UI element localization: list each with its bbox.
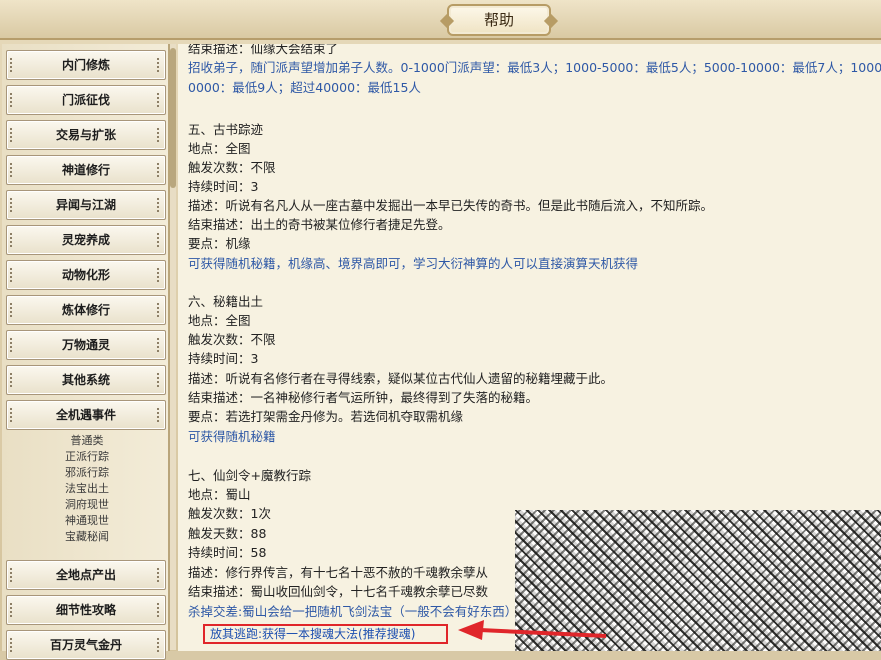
title-bar: 帮助 bbox=[0, 0, 881, 40]
sidebar-item-label: 其他系统 bbox=[61, 373, 110, 387]
content-line: 结束描述：出土的奇书被某位修行者捷足先登。 bbox=[188, 217, 451, 232]
sidebar-item-golden-core[interactable]: 百万灵气金丹 bbox=[6, 630, 166, 660]
grip-icon bbox=[157, 338, 162, 352]
content-line: 描述：听说有名修行者在寻得线索，疑似某位古代仙人遗留的秘籍埋藏于此。 bbox=[188, 371, 614, 386]
sub-item[interactable]: 宝藏秘闻 bbox=[32, 529, 142, 544]
sidebar-item-label: 炼体修行 bbox=[61, 303, 110, 317]
grip-icon bbox=[157, 373, 162, 387]
grip-icon bbox=[157, 198, 162, 212]
sidebar-item-label: 异闻与江湖 bbox=[55, 198, 116, 212]
highlighted-line: 放其逃跑:获得一本搜魂大法(推荐搜魂) bbox=[210, 627, 416, 641]
section-heading: 六、秘籍出土 bbox=[188, 294, 264, 309]
content-line: 地点：全图 bbox=[188, 313, 251, 328]
grip-icon bbox=[10, 163, 15, 177]
sidebar-item-location-output[interactable]: 全地点产出 bbox=[6, 560, 166, 590]
sidebar-item-label: 内门修炼 bbox=[61, 58, 110, 72]
sub-item[interactable]: 法宝出土 bbox=[32, 481, 142, 496]
sidebar-item-trade[interactable]: 交易与扩张 bbox=[6, 120, 166, 150]
sidebar-item-pets[interactable]: 灵宠养成 bbox=[6, 225, 166, 255]
sidebar-item-body-training[interactable]: 炼体修行 bbox=[6, 295, 166, 325]
grip-icon bbox=[157, 58, 162, 72]
grip-icon bbox=[157, 408, 162, 422]
content-line: 结束描述：蜀山收回仙剑令，十七名千魂教余孽已尽数 bbox=[188, 584, 489, 599]
sidebar-item-detail-guide[interactable]: 细节性攻略 bbox=[6, 595, 166, 625]
content-line: 触发次数：不限 bbox=[188, 332, 276, 347]
sub-item[interactable]: 普通类 bbox=[32, 433, 142, 448]
grip-icon bbox=[10, 568, 15, 582]
sidebar-item-spirit-link[interactable]: 万物通灵 bbox=[6, 330, 166, 360]
sub-item[interactable]: 洞府现世 bbox=[32, 497, 142, 512]
grip-icon bbox=[10, 268, 15, 282]
grip-icon bbox=[10, 338, 15, 352]
content-line: 结束描述：仙缘大会结束了 bbox=[188, 44, 339, 56]
content-line: 可获得随机秘籍，机缘高、境界高即可，学习大衍神算的人可以直接演算天机获得 bbox=[188, 256, 639, 271]
grip-icon bbox=[157, 268, 162, 282]
sidebar-item-label: 灵宠养成 bbox=[61, 233, 110, 247]
sidebar-item-other-systems[interactable]: 其他系统 bbox=[6, 365, 166, 395]
grip-icon bbox=[157, 303, 162, 317]
content-line: 结束描述：一名神秘修行者气运所钟，最终得到了失落的秘籍。 bbox=[188, 390, 539, 405]
sub-item[interactable]: 邪派行踪 bbox=[32, 465, 142, 480]
content-line: 地点：全图 bbox=[188, 141, 251, 156]
grip-icon bbox=[10, 303, 15, 317]
grip-icon bbox=[10, 638, 15, 652]
sidebar-item-inner-training[interactable]: 内门修炼 bbox=[6, 50, 166, 80]
content-line: 0000：最低9人；超过40000：最低15人 bbox=[188, 80, 421, 95]
scrollbar-thumb[interactable] bbox=[170, 48, 176, 188]
content-line: 要点：若选打架需金丹修为。若选伺机夺取需机缘 bbox=[188, 409, 464, 424]
content-line: 要点：机缘 bbox=[188, 236, 251, 251]
grip-icon bbox=[10, 198, 15, 212]
sidebar-item-all-events[interactable]: 全机遇事件 bbox=[6, 400, 166, 430]
sidebar-item-label: 细节性攻略 bbox=[55, 603, 116, 617]
grip-icon bbox=[157, 128, 162, 142]
grip-icon bbox=[157, 638, 162, 652]
content-line: 持续时间：3 bbox=[188, 351, 259, 366]
sidebar-item-label: 全机遇事件 bbox=[55, 408, 116, 422]
sidebar-item-label: 交易与扩张 bbox=[55, 128, 116, 142]
sidebar-item-label: 百万灵气金丹 bbox=[49, 638, 122, 652]
grip-icon bbox=[10, 58, 15, 72]
grip-icon bbox=[157, 603, 162, 617]
grip-icon bbox=[10, 233, 15, 247]
content-line: 可获得随机秘籍 bbox=[188, 429, 276, 444]
grip-icon bbox=[157, 163, 162, 177]
content-line: 触发天数：88 bbox=[188, 526, 267, 541]
grip-icon bbox=[157, 568, 162, 582]
window-title: 帮助 bbox=[447, 4, 551, 36]
sub-item[interactable]: 正派行踪 bbox=[32, 449, 142, 464]
grip-icon bbox=[10, 128, 15, 142]
content-line: 招收弟子，随门派声望增加弟子人数。0-1000门派声望：最低3人；1000-50… bbox=[188, 60, 881, 75]
sidebar-item-sect-war[interactable]: 门派征伐 bbox=[6, 85, 166, 115]
content-line: 持续时间：58 bbox=[188, 545, 267, 560]
content-line: 地点：蜀山 bbox=[188, 487, 251, 502]
sidebar-item-label: 全地点产出 bbox=[55, 568, 116, 582]
content-line: 触发次数：1次 bbox=[188, 506, 271, 521]
sidebar: 内门修炼 门派征伐 交易与扩张 神道修行 异闻与江湖 灵宠养成 动物化形 炼体修… bbox=[2, 44, 170, 660]
sidebar-item-label: 万物通灵 bbox=[61, 338, 110, 352]
grip-icon bbox=[10, 603, 15, 617]
sub-item[interactable]: 神通现世 bbox=[32, 513, 142, 528]
red-arrow-icon bbox=[458, 620, 607, 640]
content-line: 描述：听说有名凡人从一座古墓中发掘出一本早已失传的奇书。但是此书随后流入，不知所… bbox=[188, 198, 714, 213]
grip-icon bbox=[10, 408, 15, 422]
grip-icon bbox=[10, 373, 15, 387]
section-heading: 七、仙剑令+魔教行踪 bbox=[188, 468, 311, 483]
grip-icon bbox=[157, 233, 162, 247]
sidebar-item-label: 门派征伐 bbox=[61, 93, 110, 107]
sidebar-item-label: 神道修行 bbox=[61, 163, 110, 177]
content-line: 持续时间：3 bbox=[188, 179, 259, 194]
sidebar-item-label: 动物化形 bbox=[61, 268, 110, 282]
content-line: 触发次数：不限 bbox=[188, 160, 276, 175]
sidebar-item-animal-form[interactable]: 动物化形 bbox=[6, 260, 166, 290]
section-heading: 五、古书踪迹 bbox=[188, 122, 264, 137]
grip-icon bbox=[10, 93, 15, 107]
content-line: 描述：修行界传言，有十七名十恶不赦的千魂教余孽从 bbox=[188, 565, 489, 580]
sidebar-item-divine-path[interactable]: 神道修行 bbox=[6, 155, 166, 185]
grip-icon bbox=[157, 93, 162, 107]
sidebar-item-rumors[interactable]: 异闻与江湖 bbox=[6, 190, 166, 220]
